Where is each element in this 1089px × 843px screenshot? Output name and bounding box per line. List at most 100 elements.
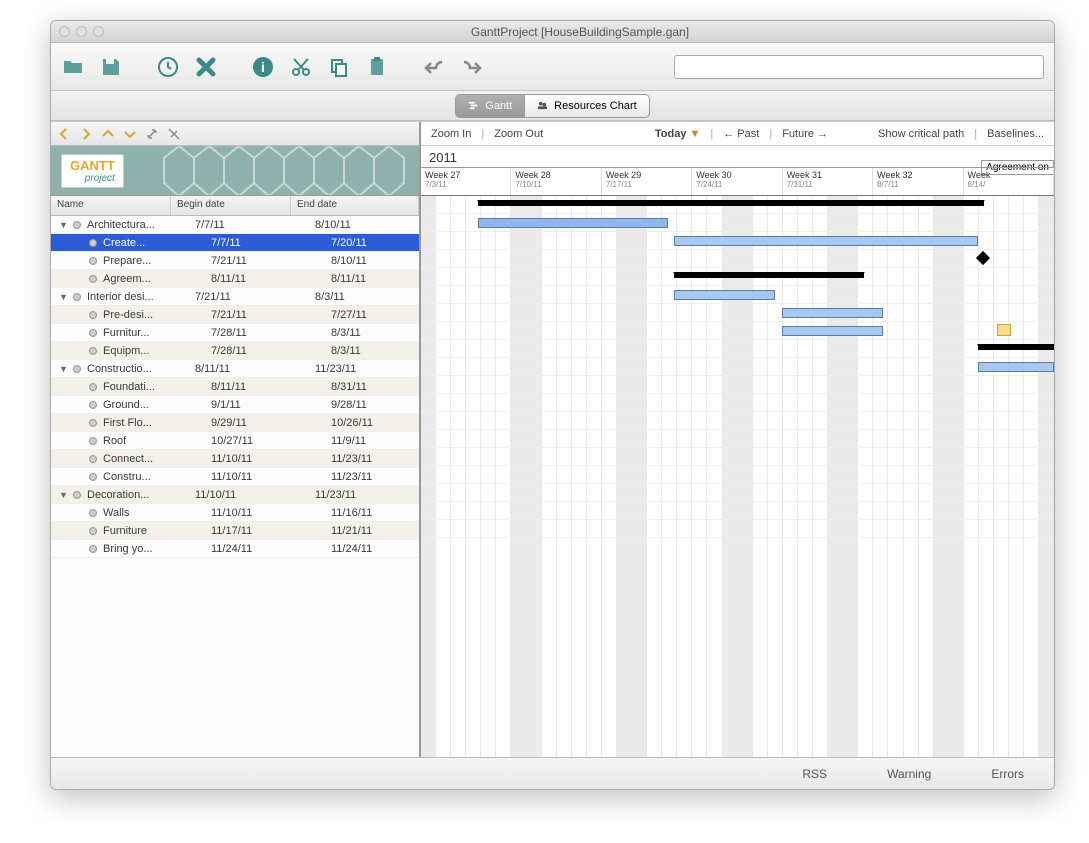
task-row[interactable]: Foundati...8/11/118/31/11 xyxy=(51,378,419,396)
task-row[interactable]: First Flo...9/29/1110/26/11 xyxy=(51,414,419,432)
task-row[interactable]: Pre-desi...7/21/117/27/11 xyxy=(51,306,419,324)
gantt-chart[interactable] xyxy=(421,196,1054,757)
gantt-row[interactable] xyxy=(421,394,1054,412)
tab-gantt[interactable]: Gantt xyxy=(455,94,525,118)
gantt-row[interactable] xyxy=(421,286,1054,304)
link-icon[interactable] xyxy=(145,127,159,141)
gantt-row[interactable] xyxy=(421,322,1054,340)
task-row[interactable]: ▼Decoration...11/10/1111/23/11 xyxy=(51,486,419,504)
task-row[interactable]: Constru...11/10/1111/23/11 xyxy=(51,468,419,486)
window-controls[interactable] xyxy=(59,26,104,37)
task-row[interactable]: Bring yo...11/24/1111/24/11 xyxy=(51,540,419,558)
gantt-row[interactable] xyxy=(421,232,1054,250)
col-end-header[interactable]: End date xyxy=(291,196,419,215)
history-icon[interactable] xyxy=(156,55,180,79)
gantt-row[interactable] xyxy=(421,412,1054,430)
task-bullet-icon xyxy=(73,491,81,499)
save-icon[interactable] xyxy=(99,55,123,79)
nav-forward-icon[interactable] xyxy=(79,127,93,141)
today-button[interactable]: Today ▼ xyxy=(655,128,701,140)
task-bar[interactable] xyxy=(478,218,668,228)
unlink-icon[interactable] xyxy=(167,127,181,141)
task-end: 8/10/11 xyxy=(315,219,419,231)
gantt-row[interactable] xyxy=(421,214,1054,232)
task-row[interactable]: ▼Architectura...7/7/118/10/11 xyxy=(51,216,419,234)
summary-bar[interactable] xyxy=(978,344,1054,350)
gantt-row[interactable] xyxy=(421,340,1054,358)
note-icon[interactable] xyxy=(997,324,1011,336)
search-input[interactable] xyxy=(674,55,1044,79)
task-row[interactable]: Agreem...8/11/118/11/11 xyxy=(51,270,419,288)
gantt-row[interactable] xyxy=(421,430,1054,448)
task-row[interactable]: Walls11/10/1111/16/11 xyxy=(51,504,419,522)
task-row[interactable]: ▼Interior desi...7/21/118/3/11 xyxy=(51,288,419,306)
task-bullet-icon xyxy=(89,455,97,463)
task-row[interactable]: Prepare...7/21/118/10/11 xyxy=(51,252,419,270)
minimize-icon[interactable] xyxy=(76,26,87,37)
close-icon[interactable] xyxy=(59,26,70,37)
status-warning[interactable]: Warning xyxy=(887,767,931,781)
col-name-header[interactable]: Name xyxy=(51,196,171,215)
tab-resources[interactable]: Resources Chart xyxy=(525,94,650,118)
milestone-icon[interactable] xyxy=(976,251,990,265)
delete-icon[interactable] xyxy=(194,55,218,79)
task-row[interactable]: Furniture11/17/1111/21/11 xyxy=(51,522,419,540)
zoom-icon[interactable] xyxy=(93,26,104,37)
nav-back-icon[interactable] xyxy=(57,127,71,141)
expand-icon[interactable]: ▼ xyxy=(59,364,69,374)
info-icon[interactable]: i xyxy=(251,55,275,79)
expand-icon[interactable]: ▼ xyxy=(59,220,69,230)
task-name: Architectura... xyxy=(85,219,195,231)
task-row[interactable]: Roof10/27/1111/9/11 xyxy=(51,432,419,450)
undo-icon[interactable] xyxy=(422,55,446,79)
task-pane: GANTTproject Name Begin date End date ▼ A… xyxy=(51,122,421,757)
task-bar[interactable] xyxy=(782,308,883,318)
future-button[interactable]: Future → xyxy=(782,128,828,140)
cut-icon[interactable] xyxy=(289,55,313,79)
task-row[interactable]: Connect...11/10/1111/23/11 xyxy=(51,450,419,468)
task-bar[interactable] xyxy=(674,236,978,246)
status-rss[interactable]: RSS xyxy=(802,767,827,781)
gantt-row[interactable] xyxy=(421,268,1054,286)
task-bar[interactable] xyxy=(674,290,775,300)
nav-down-icon[interactable] xyxy=(123,127,137,141)
task-bar[interactable] xyxy=(978,362,1054,372)
critical-path-button[interactable]: Show critical path xyxy=(878,128,964,140)
open-icon[interactable] xyxy=(61,55,85,79)
app-logo: GANTTproject xyxy=(61,154,124,188)
gantt-row[interactable] xyxy=(421,196,1054,214)
titlebar: GanttProject [HouseBuildingSample.gan] xyxy=(51,21,1054,43)
task-begin: 10/27/11 xyxy=(211,435,331,447)
expand-icon[interactable]: ▼ xyxy=(59,490,69,500)
task-row[interactable]: ▼Constructio...8/11/1111/23/11 xyxy=(51,360,419,378)
gantt-row[interactable] xyxy=(421,376,1054,394)
baselines-button[interactable]: Baselines... xyxy=(987,128,1044,140)
task-row[interactable]: Equipm...7/28/118/3/11 xyxy=(51,342,419,360)
task-row[interactable]: Create...7/7/117/20/11 xyxy=(51,234,419,252)
gantt-row[interactable] xyxy=(421,250,1054,268)
zoom-out-button[interactable]: Zoom Out xyxy=(494,128,543,140)
zoom-in-button[interactable]: Zoom In xyxy=(431,128,471,140)
copy-icon[interactable] xyxy=(327,55,351,79)
redo-icon[interactable] xyxy=(460,55,484,79)
task-row[interactable]: Ground...9/1/119/28/11 xyxy=(51,396,419,414)
gantt-row[interactable] xyxy=(421,466,1054,484)
col-begin-header[interactable]: Begin date xyxy=(171,196,291,215)
gantt-row[interactable] xyxy=(421,304,1054,322)
task-bar[interactable] xyxy=(782,326,883,336)
gantt-row[interactable] xyxy=(421,484,1054,502)
task-end: 11/16/11 xyxy=(331,507,419,519)
summary-bar[interactable] xyxy=(674,272,864,278)
paste-icon[interactable] xyxy=(365,55,389,79)
task-row[interactable]: Furnitur...7/28/118/3/11 xyxy=(51,324,419,342)
gantt-row[interactable] xyxy=(421,520,1054,538)
gantt-row[interactable] xyxy=(421,448,1054,466)
task-list[interactable]: ▼Architectura...7/7/118/10/11Create...7/… xyxy=(51,216,419,757)
nav-up-icon[interactable] xyxy=(101,127,115,141)
status-errors[interactable]: Errors xyxy=(991,767,1024,781)
gantt-row[interactable] xyxy=(421,502,1054,520)
expand-icon[interactable]: ▼ xyxy=(59,292,69,302)
summary-bar[interactable] xyxy=(478,200,984,206)
past-button[interactable]: ← Past xyxy=(723,128,759,140)
gantt-row[interactable] xyxy=(421,358,1054,376)
